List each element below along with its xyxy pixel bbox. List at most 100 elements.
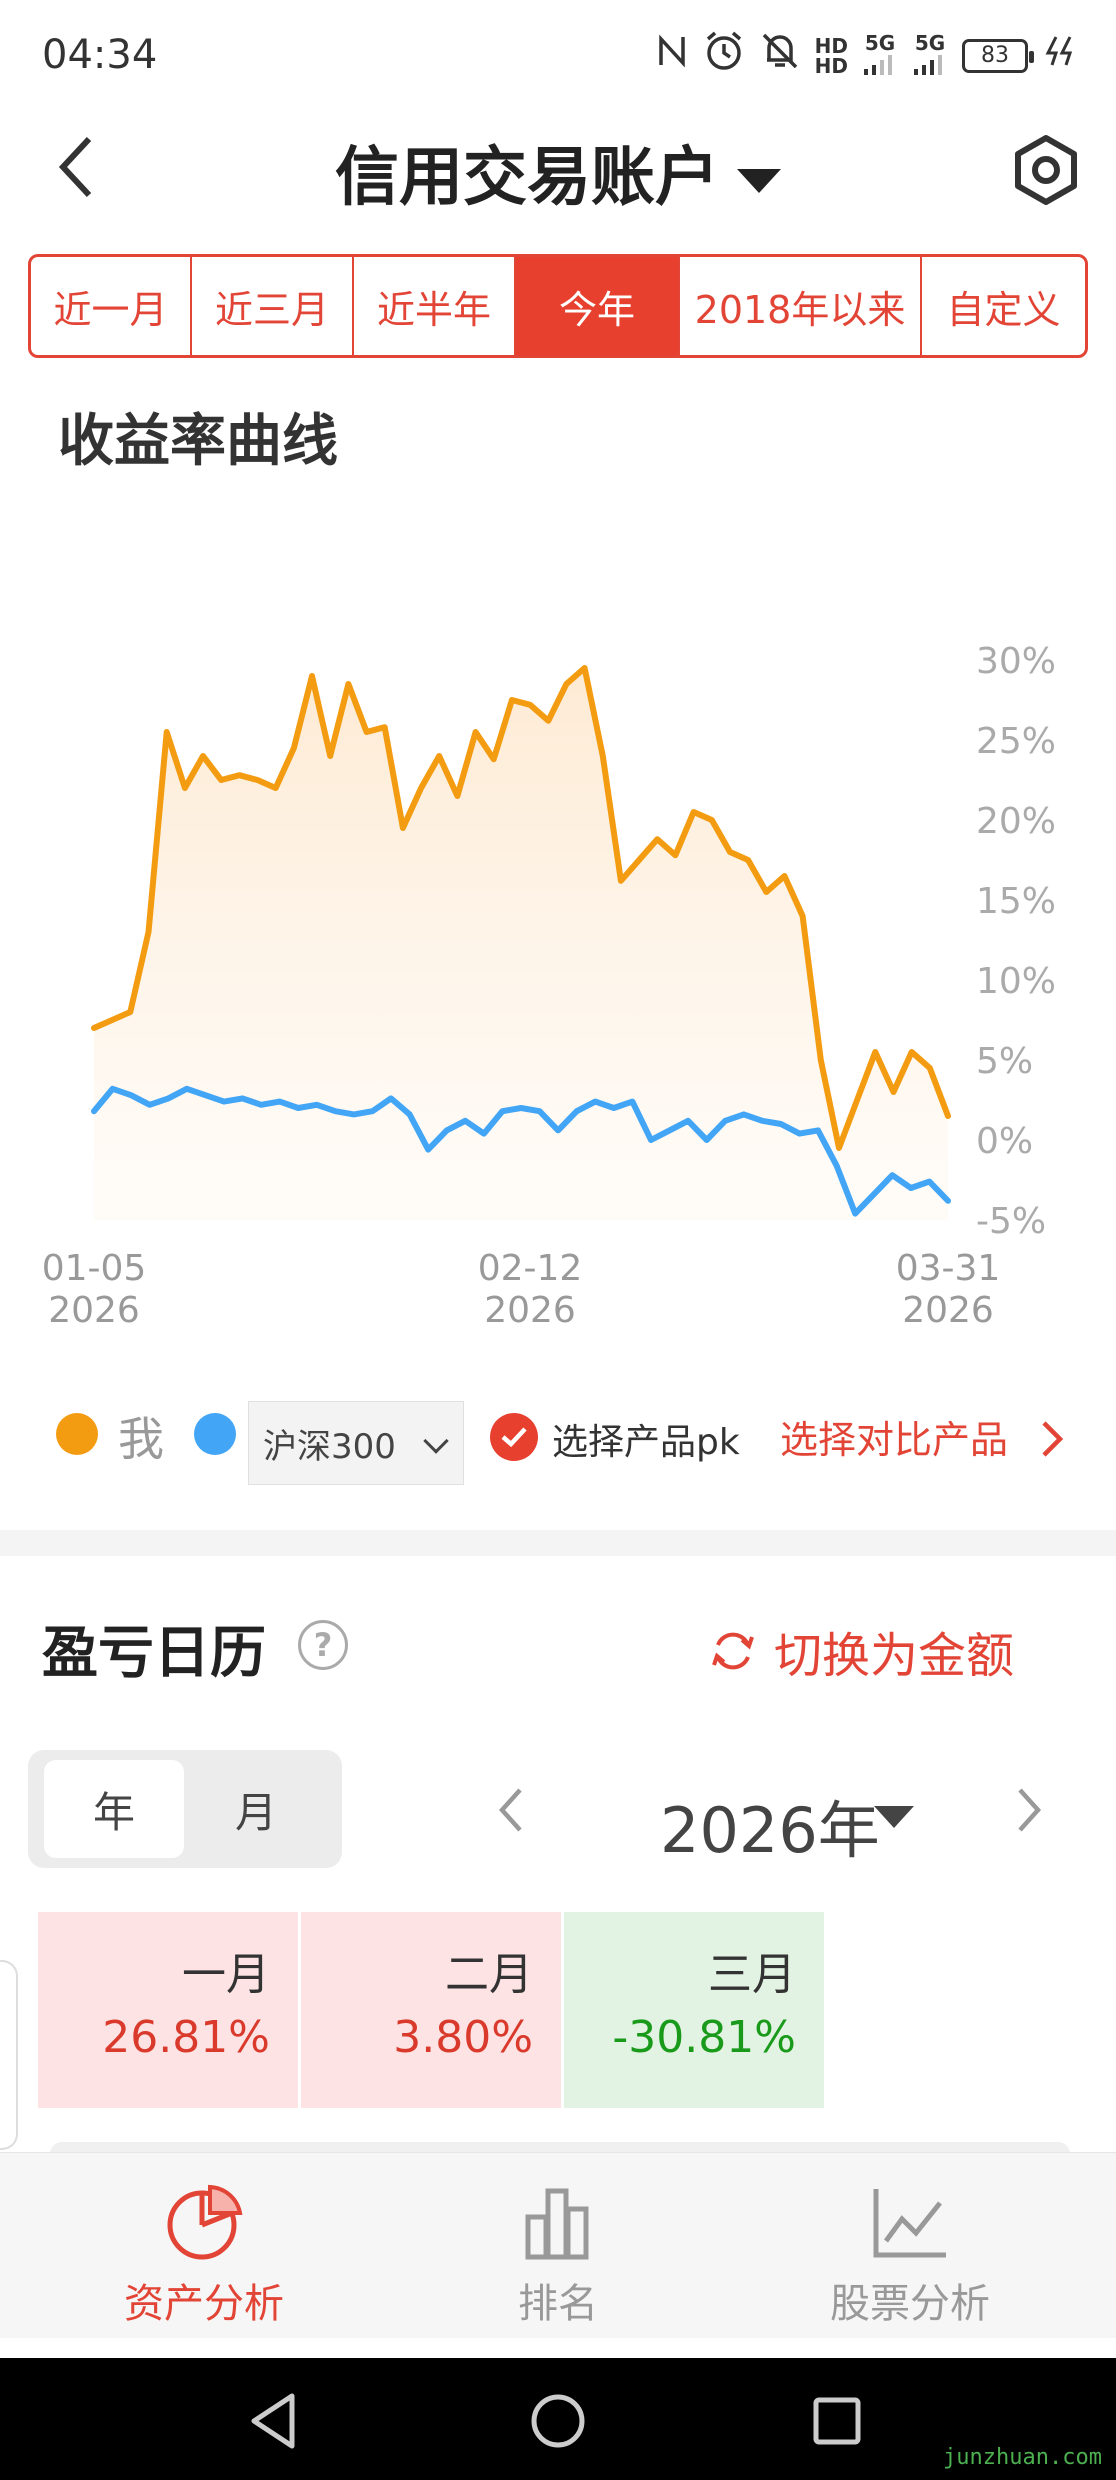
legend-me-dot (56, 1413, 98, 1455)
account-title-dropdown[interactable]: 信用交易账户 (0, 126, 1116, 218)
nav-label: 资产分析 (124, 2281, 284, 2327)
pk-checkbox[interactable] (490, 1413, 538, 1461)
yield-curve-title: 收益率曲线 (58, 409, 338, 474)
tab-3-months[interactable]: 近三月 (192, 257, 354, 355)
triangle-back-icon (251, 2393, 295, 2449)
signal-1-label: 5G (864, 31, 896, 55)
x-tick-date: 03-31 (896, 1248, 1001, 1289)
nav-ranking[interactable]: 排名 (408, 2183, 708, 2333)
circle-home-icon (531, 2394, 585, 2448)
y-tick-label: 5% (976, 1041, 1033, 1082)
charging-icon (1042, 33, 1076, 78)
pk-label: 选择产品pk (552, 1422, 740, 1463)
month-cell-jan[interactable]: 一月 26.81% (38, 1912, 298, 2108)
yield-chart-svg: 30%25%20%15%10%5%0%-5%01-05202602-122026… (42, 641, 1056, 1331)
month-return: 26.81% (102, 2012, 270, 2063)
system-back-button[interactable] (240, 2386, 310, 2456)
nav-label: 排名 (518, 2281, 598, 2327)
signal-5g-1: 5G (862, 33, 898, 78)
status-icons: HD HD 5G 5G 83 (655, 30, 1076, 81)
line-chart-icon (873, 2189, 946, 2258)
help-icon[interactable]: ? (298, 1620, 348, 1670)
month-cell-mar[interactable]: 三月 -30.81% (564, 1912, 824, 2108)
mute-bell-icon (759, 30, 801, 81)
y-tick-label: -5% (976, 1201, 1046, 1242)
y-tick-label: 30% (976, 641, 1056, 682)
signal-bars-icon (864, 55, 892, 75)
watermark-text: junzhuan.com (943, 2445, 1102, 2470)
nav-stock-analysis[interactable]: 股票分析 (760, 2183, 1060, 2333)
system-home-button[interactable] (523, 2386, 593, 2456)
bottom-nav: 资产分析 排名 股票分析 (0, 2152, 1116, 2338)
y-tick-label: 0% (976, 1121, 1033, 1162)
battery-indicator: 83 (962, 38, 1034, 73)
month-name: 三月 (708, 1949, 796, 2000)
chart-legend: 我 沪深300 选择产品pk 选择对比产品 (0, 1395, 1116, 1485)
legend-me-label: 我 (118, 1412, 164, 1466)
app-header: 信用交易账户 (0, 120, 1116, 230)
caret-down-icon[interactable] (874, 1806, 914, 1828)
signal-2-label: 5G (914, 31, 946, 55)
system-nav-bar: junzhuan.com (0, 2358, 1116, 2480)
side-drawer-handle[interactable] (0, 1960, 18, 2150)
legend-benchmark-dot (194, 1413, 236, 1455)
settings-button[interactable] (1006, 130, 1086, 210)
y-tick-label: 20% (976, 801, 1056, 842)
month-grid: 一月 26.81% 二月 3.80% 三月 -30.81% (38, 1912, 824, 2108)
tab-this-year[interactable]: 今年 (516, 257, 680, 355)
system-recents-button[interactable] (802, 2386, 872, 2456)
gear-hexagon-icon (1015, 135, 1077, 205)
benchmark-select-value: 沪深300 (263, 1426, 396, 1467)
chevron-right-icon (1018, 1788, 1042, 1832)
month-name: 一月 (182, 1949, 270, 2000)
tab-half-year[interactable]: 近半年 (354, 257, 516, 355)
month-return: 3.80% (393, 2012, 533, 2063)
status-bar: 04:34 HD HD 5G 5G 83 (0, 0, 1116, 120)
pnl-calendar-title: 盈亏日历 (42, 1621, 266, 1686)
tab-1-month[interactable]: 近一月 (31, 257, 192, 355)
benchmark-select[interactable]: 沪深300 (248, 1401, 464, 1485)
next-year-button[interactable] (1010, 1780, 1060, 1840)
status-time: 04:34 (42, 32, 158, 78)
hd-bottom-label: HD (814, 53, 848, 78)
month-return: -30.81% (612, 2012, 796, 2063)
nav-asset-analysis[interactable]: 资产分析 (54, 2183, 354, 2333)
year-month-toggle: 年 月 (28, 1750, 342, 1868)
x-tick-year: 2026 (484, 1290, 576, 1331)
nfc-icon (655, 31, 689, 80)
y-tick-label: 15% (976, 881, 1056, 922)
tab-since-2018[interactable]: 2018年以来 (680, 257, 922, 355)
chevron-down-icon (423, 1428, 449, 1454)
compare-product-link[interactable]: 选择对比产品 (780, 1409, 1008, 1464)
caret-down-icon (737, 169, 781, 194)
month-cell-feb[interactable]: 二月 3.80% (301, 1912, 561, 2108)
tab-custom[interactable]: 自定义 (922, 257, 1085, 355)
signal-bars-icon (914, 55, 942, 75)
toggle-year[interactable]: 年 (44, 1760, 184, 1858)
prev-year-button[interactable] (490, 1780, 540, 1840)
year-selector[interactable]: 2026年 (660, 1780, 880, 1870)
check-icon (501, 1427, 527, 1448)
page-title: 信用交易账户 (335, 141, 719, 215)
refresh-icon (712, 1632, 754, 1670)
x-tick-year: 2026 (902, 1290, 994, 1331)
switch-to-amount-label: 切换为金额 (774, 1628, 1015, 1684)
switch-to-amount-button[interactable]: 切换为金额 (710, 1616, 1014, 1686)
pie-chart-icon (167, 2184, 243, 2260)
month-name: 二月 (445, 1949, 533, 2000)
chevron-left-icon (498, 1788, 522, 1832)
x-tick-year: 2026 (48, 1290, 140, 1331)
bar-chart-icon (525, 2188, 589, 2260)
alarm-icon (703, 30, 745, 81)
nav-label: 股票分析 (830, 2281, 990, 2327)
x-tick-date: 02-12 (478, 1248, 583, 1289)
y-tick-label: 10% (976, 961, 1056, 1002)
period-tabs: 近一月 近三月 近半年 今年 2018年以来 自定义 (28, 254, 1088, 358)
signal-5g-2: 5G (912, 33, 948, 78)
chevron-right-icon[interactable] (1040, 1419, 1064, 1463)
y-tick-label: 25% (976, 721, 1056, 762)
section-divider (0, 1530, 1116, 1556)
toggle-month[interactable]: 月 (186, 1760, 326, 1858)
yield-chart: 30% 25% 20% 15% 10% 5% 0% -5% 01-05 2026 02-12 2026… (0, 600, 1116, 1340)
square-recents-icon (813, 2397, 861, 2445)
